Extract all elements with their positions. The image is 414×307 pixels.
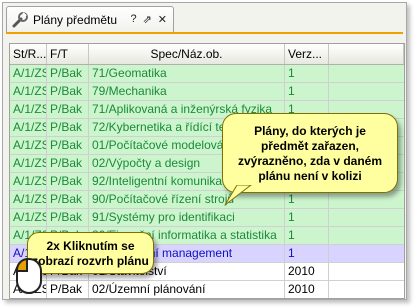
- callout-line: Plány, do kterých je: [254, 124, 366, 138]
- table-cell: [329, 263, 404, 280]
- table-cell: [329, 227, 404, 244]
- callout-line: předmět zařazen,: [260, 139, 360, 153]
- table-cell: 1: [285, 83, 329, 100]
- table-cell: P/Bak: [47, 191, 89, 208]
- table-cell: 1: [285, 245, 329, 262]
- table-cell: A/1/ZS: [10, 155, 47, 172]
- table-cell: A/1/ZS: [10, 65, 47, 82]
- table-cell: A/1/ZS: [10, 173, 47, 190]
- callout-pointer: [225, 185, 252, 205]
- close-icon[interactable]: ✕: [158, 13, 167, 26]
- tab-plany-predmetu[interactable]: Plány předmětu ? ⇗ ✕: [6, 6, 174, 32]
- table-cell: A/1/ZS: [10, 137, 47, 154]
- table-row[interactable]: A/1/ZS P/Bak 71/Geomatika 1: [10, 65, 404, 83]
- table-cell: 1: [285, 191, 329, 208]
- table-cell: P/Bak: [47, 209, 89, 226]
- column-header-f-t[interactable]: F/T: [47, 44, 89, 64]
- table-cell: 2010: [285, 263, 329, 280]
- table-cell: P/Bak: [47, 137, 89, 154]
- wrench-icon: [11, 11, 29, 29]
- table-cell: 71/Geomatika: [89, 65, 285, 82]
- table-cell: 02/Územní plánování: [89, 281, 285, 298]
- table-cell: 1: [285, 209, 329, 226]
- float-icon[interactable]: ⇗: [143, 13, 152, 26]
- table-cell: [329, 83, 404, 100]
- table-cell: P/Bak: [47, 281, 89, 298]
- table-row[interactable]: A/1/ZS P/Bak 91/Systémy pro identifikaci 1: [10, 209, 404, 227]
- table-cell: [329, 191, 404, 208]
- column-header-st-r[interactable]: St/R...: [10, 44, 47, 64]
- table-row[interactable]: A/1/ZS P/Bak 79/Mechanika 1: [10, 83, 404, 101]
- table-cell: P/Bak: [47, 83, 89, 100]
- column-header-extra[interactable]: [329, 44, 404, 64]
- column-header-spec[interactable]: Spec/Náz.ob.: [89, 44, 285, 64]
- table-cell: P/Bak: [47, 119, 89, 136]
- callout-line: zvýrazněno, zda v daném: [237, 154, 383, 168]
- table-cell: [329, 209, 404, 226]
- table-cell: 79/Mechanika: [89, 83, 285, 100]
- callout-line: 2x Kliknutím se: [46, 239, 135, 253]
- column-header-verze[interactable]: Verz...: [285, 44, 329, 64]
- callout-line: plánu není v kolizi: [258, 169, 362, 183]
- table-cell: A/1/ZS: [10, 209, 47, 226]
- table-cell: 1: [285, 227, 329, 244]
- callout-line: zobrazí rozvrh plánu: [32, 254, 149, 268]
- table-cell: A/1/ZS: [10, 119, 47, 136]
- info-callout: Plány, do kterých je předmět zařazen, zv…: [222, 113, 398, 193]
- help-icon[interactable]: ?: [130, 13, 136, 26]
- tab-underline: [6, 32, 403, 34]
- table-cell: A/1/ZS: [10, 191, 47, 208]
- table-cell: P/Bak: [47, 65, 89, 82]
- table-cell: A/1/ZS: [10, 101, 47, 118]
- table-cell: 2010: [285, 281, 329, 298]
- table-cell: P/Bak: [47, 101, 89, 118]
- table-row[interactable]: A/1/ZS P/Bak 90/Počítačové řízení strojů 1: [10, 191, 404, 209]
- tab-title: Plány předmětu: [33, 12, 118, 27]
- table-cell: 90/Počítačové řízení strojů: [89, 191, 285, 208]
- table-cell: 91/Systémy pro identifikaci: [89, 209, 285, 226]
- table-cell: 1: [285, 65, 329, 82]
- table-row[interactable]: A/2/ZSP/Bak02/Územní plánování2010: [10, 281, 404, 298]
- table-cell: A/1/ZS: [10, 83, 47, 100]
- table-cell: [329, 65, 404, 82]
- table-cell: P/Bak: [47, 173, 89, 190]
- table-cell: [329, 281, 404, 298]
- table-cell: P/Bak: [47, 155, 89, 172]
- hint-callout: 2x Kliknutím se zobrazí rozvrh plánu: [27, 232, 154, 274]
- table-cell: [329, 245, 404, 262]
- table-header: St/R... F/T Spec/Náz.ob. Verz...: [10, 44, 404, 65]
